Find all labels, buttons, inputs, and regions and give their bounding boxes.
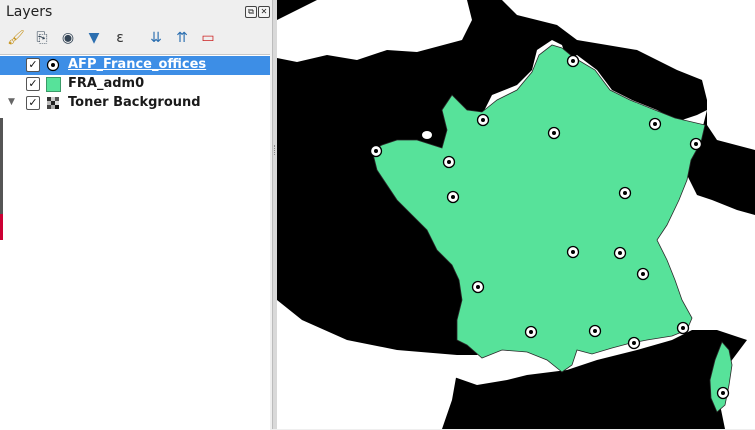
layer-name: AFP_France_offices	[68, 57, 207, 72]
panel-title: Layers	[6, 4, 53, 20]
office-point-dot	[451, 195, 455, 199]
layer-visibility-checkbox[interactable]: ✓	[26, 77, 40, 91]
office-point-dot	[552, 131, 556, 135]
office-point-dot	[529, 330, 533, 334]
office-point-dot	[571, 59, 575, 63]
layers-toolbar: 🖌 ⎘ ◉ ▼ ε ⇊ ⇈ ▭	[4, 28, 270, 50]
office-point-dot	[681, 326, 685, 330]
layer-row-fra-adm0[interactable]: ✓ FRA_adm0	[0, 75, 270, 94]
visibility-eye-icon[interactable]: ◉	[58, 28, 78, 48]
office-point-dot	[481, 118, 485, 122]
layer-row-afp-france-offices[interactable]: ✓ AFP_France_offices	[0, 56, 270, 75]
office-point-dot	[632, 341, 636, 345]
office-point-dot	[571, 250, 575, 254]
expand-all-icon[interactable]: ⇊	[146, 28, 166, 48]
polygon-fill-icon	[46, 77, 61, 92]
island	[422, 131, 432, 139]
window-edge-accent	[0, 214, 3, 240]
close-panel-button[interactable]: ✕	[258, 6, 270, 18]
office-point-dot	[623, 191, 627, 195]
collapse-all-icon[interactable]: ⇈	[172, 28, 192, 48]
office-point-dot	[618, 251, 622, 255]
style-brush-icon[interactable]: 🖌	[6, 28, 26, 48]
office-point-dot	[653, 122, 657, 126]
office-point-dot	[374, 149, 378, 153]
office-point-dot	[641, 272, 645, 276]
layer-visibility-checkbox[interactable]: ✓	[26, 58, 40, 72]
expression-filter-icon[interactable]: ε	[110, 28, 130, 48]
add-group-icon[interactable]: ⎘	[32, 28, 52, 48]
point-symbol-icon	[46, 58, 60, 72]
layers-panel: Layers ⧉ ✕ 🖌 ⎘ ◉ ▼ ε ⇊ ⇈ ▭ ✓ AFP_France_…	[0, 0, 272, 430]
layer-tree: ✓ AFP_France_offices ✓ FRA_adm0 ▼ ✓ Tone…	[0, 54, 270, 430]
office-point-dot	[721, 391, 725, 395]
map-canvas[interactable]	[277, 0, 755, 429]
remove-layer-icon[interactable]: ▭	[198, 28, 218, 48]
float-panel-button[interactable]: ⧉	[245, 6, 257, 18]
layer-name: FRA_adm0	[68, 76, 145, 91]
office-point-dot	[593, 329, 597, 333]
filter-icon[interactable]: ▼	[84, 28, 104, 48]
layer-visibility-checkbox[interactable]: ✓	[26, 96, 40, 110]
office-point-dot	[476, 285, 480, 289]
office-point-dot	[694, 142, 698, 146]
layer-name: Toner Background	[68, 95, 201, 110]
expand-arrow-icon[interactable]: ▼	[8, 97, 15, 107]
office-point-dot	[447, 160, 451, 164]
layer-row-toner-background[interactable]: ▼ ✓ Toner Background	[0, 94, 270, 113]
raster-tile-icon	[47, 97, 59, 109]
window-edge	[0, 118, 3, 214]
